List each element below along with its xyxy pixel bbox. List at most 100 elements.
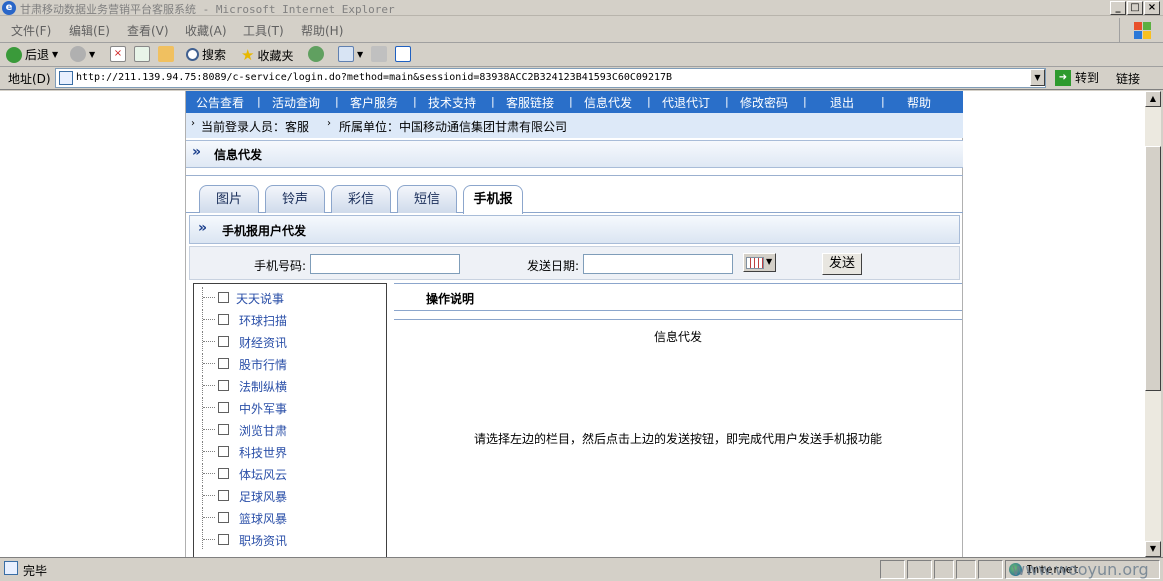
- tab-mobile-newspaper[interactable]: 手机报: [463, 185, 523, 214]
- tree-item[interactable]: 浏览甘肃: [194, 419, 384, 439]
- checkbox[interactable]: [218, 358, 229, 369]
- menu-tools[interactable]: 工具(T): [243, 22, 284, 39]
- tree-item[interactable]: 股市行情: [194, 353, 384, 373]
- page-viewport: 公告查看 | 活动查询 | 客户服务 | 技术支持 | 客服链接 | 信息代发 …: [0, 91, 1145, 557]
- tab-ringtones[interactable]: 铃声: [265, 185, 325, 213]
- tree-item[interactable]: 体坛风云: [194, 463, 384, 483]
- minimize-button[interactable]: _: [1110, 1, 1126, 15]
- chevron-down-icon: ▼: [89, 49, 96, 59]
- links-button[interactable]: 链接: [1116, 70, 1140, 87]
- nav-activity-query[interactable]: 活动查询: [272, 94, 320, 111]
- checkbox[interactable]: [218, 292, 229, 303]
- nav-proxy-subscribe[interactable]: 代退代订: [662, 94, 710, 111]
- title-bar: e 甘肃移动数据业务营销平台客服系统 - Microsoft Internet …: [0, 0, 1163, 16]
- edit-page-icon: [395, 46, 411, 62]
- status-cell: [907, 560, 932, 579]
- scroll-thumb[interactable]: [1145, 146, 1161, 391]
- tree-item[interactable]: 中外军事: [194, 397, 384, 417]
- tree-item[interactable]: 天天说事: [194, 287, 384, 307]
- tab-sms[interactable]: 短信: [397, 185, 457, 213]
- vertical-scrollbar[interactable]: ▲ ▼: [1145, 91, 1161, 557]
- menu-view[interactable]: 查看(V): [127, 22, 169, 39]
- date-input[interactable]: [583, 254, 733, 274]
- refresh-icon: [134, 46, 150, 62]
- checkbox[interactable]: [218, 380, 229, 391]
- page-icon: [59, 71, 73, 85]
- menu-file[interactable]: 文件(F): [11, 22, 51, 39]
- tree-item[interactable]: 科技世界: [194, 441, 384, 461]
- checkbox[interactable]: [218, 314, 229, 325]
- stop-button[interactable]: ×: [110, 46, 126, 62]
- status-cell: [978, 560, 1003, 579]
- maximize-button[interactable]: □: [1127, 1, 1143, 15]
- search-icon: [186, 48, 199, 61]
- edit-button[interactable]: [395, 46, 411, 62]
- tab-pictures[interactable]: 图片: [199, 185, 259, 213]
- address-dropdown-button[interactable]: ▼: [1030, 69, 1045, 86]
- nav-service-links[interactable]: 客服链接: [506, 94, 554, 111]
- tab-mms[interactable]: 彩信: [331, 185, 391, 213]
- nav-separator: |: [725, 95, 729, 108]
- checkbox[interactable]: [218, 446, 229, 457]
- tree-item[interactable]: 篮球风暴: [194, 507, 384, 527]
- nav-announcements[interactable]: 公告查看: [196, 94, 244, 111]
- login-user: 当前登录人员：客服: [201, 120, 310, 134]
- channel-tree: 天天说事 环球扫描 财经资讯 股市行情 法制纵横 中外军事 浏览甘肃 科技世界 …: [193, 283, 387, 557]
- forward-button[interactable]: ▼: [70, 46, 95, 62]
- nav-separator: |: [881, 95, 885, 108]
- status-bar: 完毕 Internet: [0, 557, 1163, 581]
- mail-button[interactable]: ▼: [338, 46, 363, 62]
- status-cell: [956, 560, 976, 579]
- tree-item[interactable]: 职场资讯: [194, 529, 384, 549]
- nav-separator: |: [413, 95, 417, 108]
- star-icon: ★: [241, 46, 255, 64]
- checkbox[interactable]: [218, 424, 229, 435]
- calendar-icon: [746, 257, 764, 269]
- scroll-down-arrow-icon[interactable]: ▼: [1145, 541, 1161, 557]
- send-button[interactable]: 发送: [822, 253, 862, 275]
- checkbox[interactable]: [218, 336, 229, 347]
- home-button[interactable]: [158, 46, 174, 62]
- checkbox[interactable]: [218, 402, 229, 413]
- menu-edit[interactable]: 编辑(E): [69, 22, 110, 39]
- nav-info-send[interactable]: 信息代发: [584, 94, 632, 111]
- checkbox[interactable]: [218, 490, 229, 501]
- menu-favorites[interactable]: 收藏(A): [185, 22, 227, 39]
- nav-change-password[interactable]: 修改密码: [740, 94, 788, 111]
- nav-separator: |: [491, 95, 495, 108]
- nav-separator: |: [257, 95, 261, 108]
- print-button[interactable]: [371, 46, 387, 62]
- subsection-header: » 手机报用户代发: [189, 215, 960, 244]
- nav-tech-support[interactable]: 技术支持: [428, 94, 476, 111]
- checkbox[interactable]: [218, 512, 229, 523]
- status-text: 完毕: [23, 564, 48, 578]
- address-input[interactable]: http://211.139.94.75:8089/c-service/logi…: [55, 68, 1046, 88]
- ie-icon: e: [2, 1, 16, 15]
- print-icon: [371, 46, 387, 62]
- back-button[interactable]: 后退 ▼: [6, 46, 58, 63]
- tree-item[interactable]: 财经资讯: [194, 331, 384, 351]
- toolbar: 后退 ▼ ▼ × 搜索 ★ 收藏夹 ▼: [0, 43, 1163, 67]
- favorites-button[interactable]: ★ 收藏夹: [241, 46, 293, 64]
- search-button[interactable]: 搜索: [186, 46, 226, 63]
- nav-logout[interactable]: 退出: [830, 94, 854, 111]
- tree-item[interactable]: 环球扫描: [194, 309, 384, 329]
- scroll-up-arrow-icon[interactable]: ▲: [1145, 91, 1161, 107]
- tree-item[interactable]: 足球风暴: [194, 485, 384, 505]
- close-button[interactable]: ×: [1144, 1, 1160, 15]
- history-button[interactable]: [308, 46, 324, 62]
- menu-help[interactable]: 帮助(H): [301, 22, 343, 39]
- checkbox[interactable]: [218, 534, 229, 545]
- subsection-title: 手机报用户代发: [222, 224, 307, 238]
- page-icon: [4, 561, 18, 575]
- refresh-button[interactable]: [134, 46, 150, 62]
- tree-item[interactable]: 法制纵横: [194, 375, 384, 395]
- phone-input[interactable]: [310, 254, 460, 274]
- nav-separator: |: [647, 95, 651, 108]
- go-button[interactable]: ➜ 转到: [1055, 69, 1099, 86]
- checkbox[interactable]: [218, 468, 229, 479]
- calendar-button[interactable]: ▼: [743, 253, 776, 272]
- nav-help[interactable]: 帮助: [907, 94, 931, 111]
- nav-customer-service[interactable]: 客户服务: [350, 94, 398, 111]
- menu-bar: 文件(F) 编辑(E) 查看(V) 收藏(A) 工具(T) 帮助(H): [0, 17, 1163, 43]
